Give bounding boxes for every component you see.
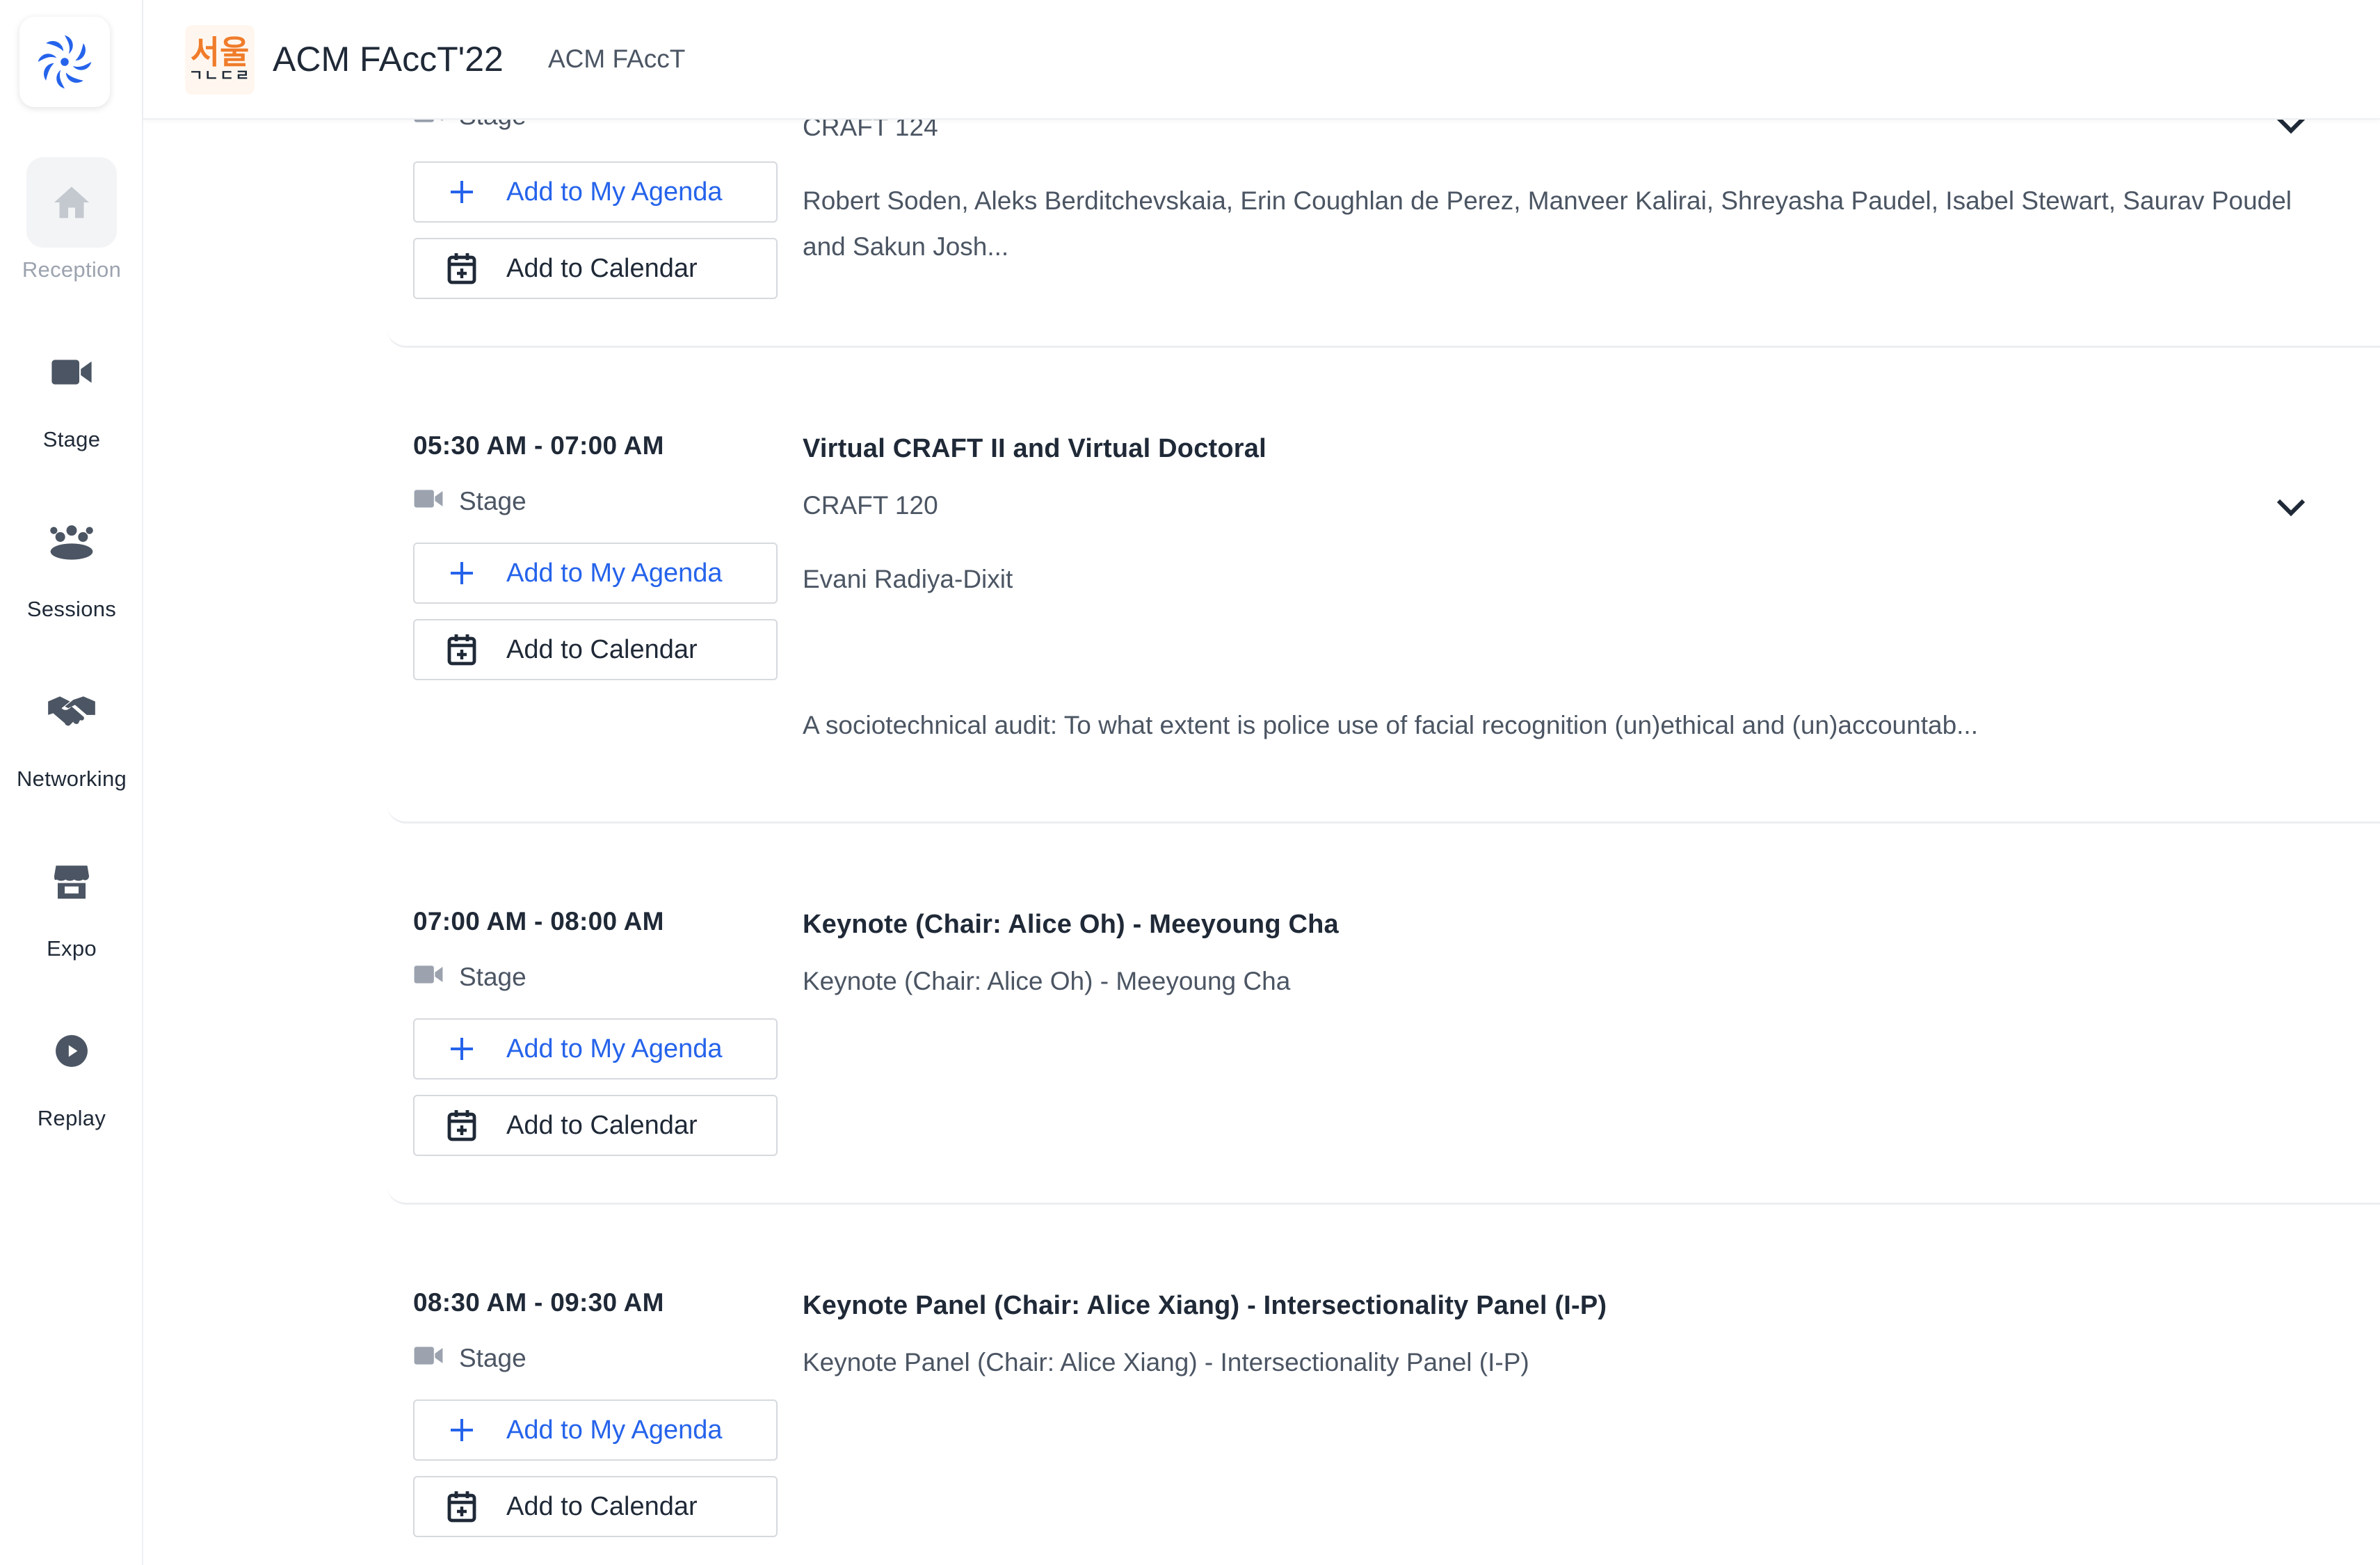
plus-icon <box>442 1416 481 1444</box>
handshake-icon <box>26 666 117 757</box>
button-label: Add to Calendar <box>506 634 698 664</box>
app-logo[interactable] <box>19 17 110 107</box>
calendar-plus-icon <box>442 1490 481 1523</box>
session-location: Stage <box>413 963 526 992</box>
button-label: Add to My Agenda <box>506 1034 723 1064</box>
event-logo-subtext: ㄱㄴㄷㄹ <box>188 67 251 84</box>
session-speakers: Evani Radiya-Dixit <box>803 565 1013 593</box>
add-to-calendar-button[interactable]: Add to Calendar <box>413 619 778 680</box>
add-to-agenda-button[interactable]: Add to My Agenda <box>413 161 778 223</box>
session-speakers: Robert Soden, Aleks Berditchevskaia, Eri… <box>803 186 2292 261</box>
plus-icon <box>442 559 481 587</box>
add-to-calendar-button[interactable]: Add to Calendar <box>413 1476 778 1537</box>
session-code: Keynote (Chair: Alice Oh) - Meeyoung Cha <box>803 967 1291 995</box>
button-label: Add to My Agenda <box>506 177 723 207</box>
add-to-calendar-button[interactable]: Add to Calendar <box>413 1095 778 1156</box>
calendar-plus-icon <box>442 633 481 666</box>
session-title[interactable]: Keynote (Chair: Alice Oh) - Meeyoung Cha <box>803 910 1339 940</box>
add-to-calendar-button[interactable]: Add to Calendar <box>413 238 778 299</box>
location-label: Stage <box>459 963 526 991</box>
add-to-agenda-button[interactable]: Add to My Agenda <box>413 1018 778 1080</box>
video-camera-icon <box>26 327 117 417</box>
video-camera-icon <box>413 487 444 516</box>
storefront-icon <box>26 836 117 926</box>
button-label: Add to My Agenda <box>506 558 723 588</box>
sidebar-item-label: Sessions <box>26 597 117 621</box>
sidebar-item-stage[interactable]: Stage <box>0 327 143 452</box>
button-label: Add to Calendar <box>506 253 698 283</box>
left-sidebar: Reception Stage Sessions Networking Expo… <box>0 0 143 1565</box>
button-label: Add to Calendar <box>506 1110 698 1140</box>
session-card: 05:30 AM - 07:00 AM Stage Add to My Agen… <box>387 348 2380 824</box>
session-code: Keynote Panel (Chair: Alice Xiang) - Int… <box>803 1348 1529 1377</box>
location-label: Stage <box>459 1344 526 1372</box>
sidebar-item-networking[interactable]: Networking <box>0 666 143 792</box>
sidebar-item-expo[interactable]: Expo <box>0 836 143 961</box>
session-time: 08:30 AM - 09:30 AM <box>413 1288 664 1317</box>
people-group-icon <box>26 497 117 587</box>
sidebar-item-label: Reception <box>22 257 122 282</box>
sidebar-item-label: Replay <box>37 1106 106 1130</box>
button-label: Add to Calendar <box>506 1491 698 1521</box>
event-title: ACM FAccT'22 <box>273 40 504 79</box>
sidebar-item-label: Networking <box>16 767 127 791</box>
home-icon <box>26 157 117 248</box>
calendar-plus-icon <box>442 252 481 285</box>
add-to-agenda-button[interactable]: Add to My Agenda <box>413 543 778 604</box>
sidebar-item-replay[interactable]: Replay <box>0 1006 143 1131</box>
video-camera-icon <box>413 1344 444 1373</box>
session-card: 08:30 AM - 09:30 AM Stage Add to My Agen… <box>387 1205 2380 1565</box>
swirl-logo-icon <box>38 35 92 89</box>
session-code: CRAFT 120 <box>803 491 938 520</box>
session-card: 07:00 AM - 08:00 AM Stage Add to My Agen… <box>387 824 2380 1205</box>
location-label: Stage <box>459 487 526 515</box>
sidebar-item-label: Expo <box>47 936 97 961</box>
event-organizer: ACM FAccT <box>548 45 686 73</box>
chevron-down-icon[interactable] <box>2270 487 2312 529</box>
event-logo[interactable]: 서울 ㄱㄴㄷㄹ <box>185 25 255 95</box>
session-time: 07:00 AM - 08:00 AM <box>413 907 664 936</box>
session-location: Stage <box>413 1344 526 1373</box>
button-label: Add to My Agenda <box>506 1415 723 1445</box>
plus-icon <box>442 178 481 206</box>
add-to-agenda-button[interactable]: Add to My Agenda <box>413 1399 778 1461</box>
sidebar-item-sessions[interactable]: Sessions <box>0 497 143 622</box>
session-time: 05:30 AM - 07:00 AM <box>413 431 664 460</box>
session-location: Stage <box>413 487 526 516</box>
top-header: 서울 ㄱㄴㄷㄹ ACM FAccT'22 ACM FAccT <box>143 0 2380 120</box>
play-circle-icon <box>26 1006 117 1096</box>
session-description: A sociotechnical audit: To what extent i… <box>803 711 1978 739</box>
event-logo-text: 서울 <box>190 34 250 70</box>
calendar-plus-icon <box>442 1109 481 1142</box>
session-title[interactable]: Virtual CRAFT II and Virtual Doctoral <box>803 434 1267 464</box>
video-camera-icon <box>413 963 444 992</box>
sidebar-item-reception[interactable]: Reception <box>0 157 143 282</box>
session-list: Stage Add to My Agenda Add to Calendar C… <box>143 0 2380 1565</box>
session-title[interactable]: Keynote Panel (Chair: Alice Xiang) - Int… <box>803 1291 1607 1321</box>
plus-icon <box>442 1035 481 1063</box>
sidebar-item-label: Stage <box>42 427 101 451</box>
